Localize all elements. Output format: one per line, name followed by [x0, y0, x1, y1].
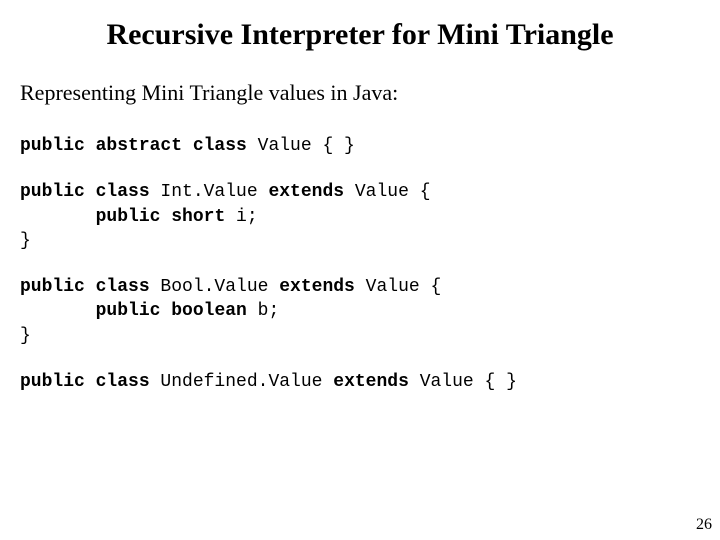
slide: Recursive Interpreter for Mini Triangle …	[0, 0, 720, 540]
keyword: public short	[96, 207, 226, 227]
keyword: public class	[20, 277, 150, 297]
keyword: public abstract class	[20, 136, 247, 156]
keyword: public boolean	[96, 301, 247, 321]
page-number: 26	[696, 516, 712, 534]
code-block-intvalue: public class Int.Value extends Value { p…	[20, 180, 700, 253]
code-text: }	[20, 326, 31, 346]
keyword: public class	[20, 372, 150, 392]
code-text: Int.Value	[150, 182, 269, 202]
code-text: }	[20, 231, 31, 251]
slide-subtitle: Representing Mini Triangle values in Jav…	[20, 80, 700, 106]
code-text: Value {	[355, 277, 441, 297]
keyword: extends	[279, 277, 355, 297]
code-text: Value {	[344, 182, 430, 202]
keyword: extends	[268, 182, 344, 202]
code-block-undefinedvalue: public class Undefined.Value extends Val…	[20, 370, 700, 394]
code-block-value: public abstract class Value { }	[20, 134, 700, 158]
code-block-boolvalue: public class Bool.Value extends Value { …	[20, 275, 700, 348]
code-text: Value { }	[409, 372, 517, 392]
code-text: Undefined.Value	[150, 372, 334, 392]
slide-title: Recursive Interpreter for Mini Triangle	[20, 18, 700, 52]
keyword: extends	[333, 372, 409, 392]
keyword: public class	[20, 182, 150, 202]
code-text: Bool.Value	[150, 277, 280, 297]
code-text: b;	[247, 301, 279, 321]
code-text: i;	[225, 207, 257, 227]
code-text: Value { }	[247, 136, 355, 156]
